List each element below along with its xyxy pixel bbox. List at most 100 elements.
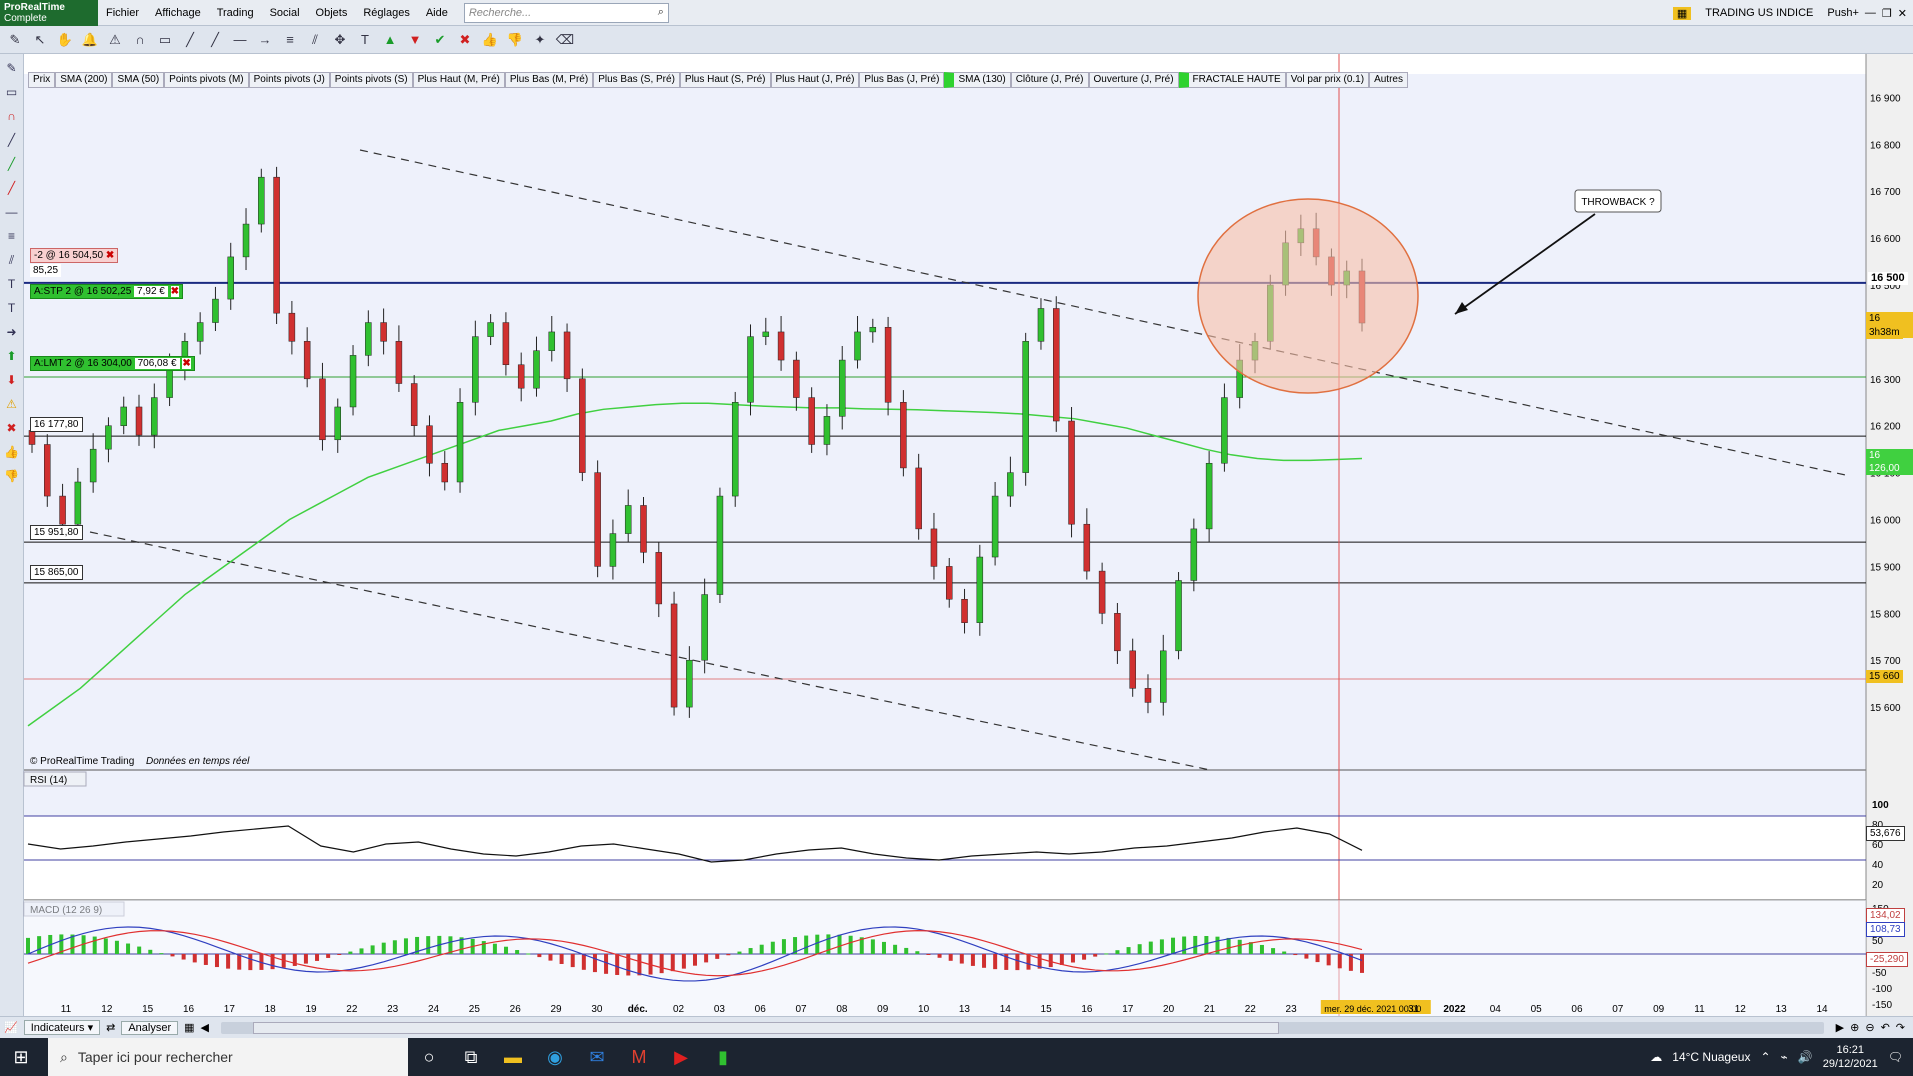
indicators-button[interactable]: Indicateurs ▾ xyxy=(23,1020,101,1035)
thumb-down-icon[interactable]: 👎 xyxy=(504,29,526,51)
network-icon[interactable]: ⌁ xyxy=(1781,1050,1788,1064)
indicator-volprix[interactable]: Vol par prix (0.1) xyxy=(1285,72,1370,88)
clock[interactable]: 16:21 29/12/2021 xyxy=(1823,1043,1878,1071)
search-input[interactable]: Recherche... ⌕ xyxy=(463,2,669,23)
limit-order-tag[interactable]: A:LMT 2 @ 16 304,00 706,08 € ✖ xyxy=(30,356,195,371)
menu-reglages[interactable]: Réglages xyxy=(355,0,417,26)
share-icon[interactable]: ⇄ xyxy=(106,1021,115,1034)
analyser-button[interactable]: Analyser xyxy=(121,1020,179,1035)
scrollbar-thumb[interactable] xyxy=(253,1021,1279,1034)
text-icon[interactable]: T xyxy=(354,29,376,51)
indicator-ouverture[interactable]: Ouverture (J, Pré) xyxy=(1088,72,1179,88)
layout-icon[interactable]: ▦ xyxy=(184,1021,194,1034)
notification-icon[interactable]: 🗨 xyxy=(1888,1050,1903,1064)
arrow-up-icon[interactable]: ▲ xyxy=(379,29,401,51)
menu-affichage[interactable]: Affichage xyxy=(147,0,209,26)
copyright-text: © ProRealTime Trading xyxy=(30,756,134,767)
indicator-plusbas-j[interactable]: Plus Bas (J, Pré) xyxy=(859,72,945,88)
gmail-icon[interactable]: M xyxy=(618,1038,660,1076)
channel-icon[interactable]: ⫽ xyxy=(304,29,326,51)
chart-type-icon[interactable]: 📈 xyxy=(4,1021,18,1034)
candle-up xyxy=(74,481,82,525)
indicator-bar: Prix SMA (200) SMA (50) Points pivots (M… xyxy=(28,72,1408,88)
check-icon[interactable]: ✔ xyxy=(429,29,451,51)
move-icon[interactable]: ✥ xyxy=(329,29,351,51)
menu-fichier[interactable]: Fichier xyxy=(98,0,147,26)
ruler-icon[interactable]: ▭ xyxy=(154,29,176,51)
edge-icon[interactable]: ◉ xyxy=(534,1038,576,1076)
volume-icon[interactable]: 🔊 xyxy=(1798,1050,1813,1064)
tray-chevron-icon[interactable]: ⌃ xyxy=(1760,1050,1770,1064)
minimize-icon[interactable]: — xyxy=(1865,7,1876,19)
cursor-icon[interactable]: ↖ xyxy=(29,29,51,51)
undo-icon[interactable]: ↶ xyxy=(1881,1021,1890,1034)
scroll-right-icon[interactable]: ▶ xyxy=(1836,1021,1844,1034)
fib-icon[interactable]: ≡ xyxy=(279,29,301,51)
candle-up xyxy=(686,659,693,708)
eraser-icon[interactable]: ⌫ xyxy=(554,29,576,51)
indicator-plusbas-m[interactable]: Plus Bas (M, Pré) xyxy=(504,72,594,88)
horizontal-scrollbar[interactable] xyxy=(220,1021,1824,1034)
task-view-icon[interactable]: ⧉ xyxy=(450,1038,492,1076)
redo-icon[interactable]: ↷ xyxy=(1896,1021,1913,1034)
indicator-pivots-j[interactable]: Points pivots (J) xyxy=(248,72,330,88)
arrow-right-icon[interactable]: → xyxy=(254,29,276,51)
stop-order-tag[interactable]: A:STP 2 @ 16 502,25 7,92 € ✖ xyxy=(30,284,184,299)
windows-start-icon[interactable]: ⊞ xyxy=(0,1038,42,1076)
instrument-name[interactable]: TRADING US INDICE xyxy=(1697,7,1821,19)
scroll-left-icon[interactable]: ◀ xyxy=(201,1021,209,1034)
trend-icon[interactable]: ╱ xyxy=(204,29,226,51)
menu-objets[interactable]: Objets xyxy=(308,0,356,26)
throwback-ellipse[interactable] xyxy=(1197,198,1419,394)
indicator-plushaut-m[interactable]: Plus Haut (M, Pré) xyxy=(412,72,505,88)
short-order-tag[interactable]: -2 @ 16 504,50 ✖ xyxy=(30,248,119,263)
indicator-cloture[interactable]: Clôture (J, Pré) xyxy=(1010,72,1089,88)
cross-icon[interactable]: ✖ xyxy=(454,29,476,51)
indicator-sma50[interactable]: SMA (50) xyxy=(112,72,165,88)
close-icon[interactable]: ✖ xyxy=(106,250,114,261)
indicator-sma200[interactable]: SMA (200) xyxy=(55,72,113,88)
indicator-fractale[interactable]: FRACTALE HAUTE xyxy=(1178,72,1286,88)
indicator-autres[interactable]: Autres xyxy=(1369,72,1408,88)
weather-icon[interactable]: ☁ xyxy=(1650,1050,1662,1064)
menu-social[interactable]: Social xyxy=(262,0,308,26)
mail-icon[interactable]: ✉ xyxy=(576,1038,618,1076)
indicator-pivots-m[interactable]: Points pivots (M) xyxy=(164,72,249,88)
youtube-icon[interactable]: ▶ xyxy=(660,1038,702,1076)
zoom-out-icon[interactable]: ⊖ xyxy=(1865,1021,1874,1034)
indicator-sma130[interactable]: SMA (130) xyxy=(944,72,1011,88)
menu-trading[interactable]: Trading xyxy=(209,0,262,26)
pencil-icon[interactable]: ✎ xyxy=(4,29,26,51)
close-icon[interactable]: ✖ xyxy=(170,286,180,297)
hline-icon[interactable]: ― xyxy=(229,29,251,51)
close-icon[interactable]: ✕ xyxy=(1898,7,1907,20)
menu-aide[interactable]: Aide xyxy=(418,0,456,26)
arrow-down-icon[interactable]: ▼ xyxy=(404,29,426,51)
prorealtime-icon[interactable]: ▮ xyxy=(702,1038,744,1076)
indicator-prix[interactable]: Prix xyxy=(28,72,56,88)
indicator-plushaut-s[interactable]: Plus Haut (S, Pré) xyxy=(679,72,771,88)
close-icon[interactable]: ✖ xyxy=(182,358,191,369)
search-icon[interactable]: ⌕ xyxy=(658,6,668,19)
hand-icon[interactable]: ✋ xyxy=(54,29,76,51)
chart-icon[interactable]: ▦ xyxy=(1672,6,1692,20)
zoom-in-icon[interactable]: ⊕ xyxy=(1850,1021,1859,1034)
magnet-icon[interactable]: ∩ xyxy=(129,29,151,51)
indicator-pivots-s[interactable]: Points pivots (S) xyxy=(329,72,413,88)
macd-histogram-bar xyxy=(515,950,520,954)
push-button[interactable]: Push+ xyxy=(1827,7,1859,19)
taskbar-search[interactable]: ⌕ Taper ici pour rechercher xyxy=(48,1038,408,1076)
candle-up xyxy=(242,223,250,258)
file-explorer-icon[interactable]: ▬ xyxy=(492,1038,534,1076)
cortana-icon[interactable]: ○ xyxy=(408,1038,450,1076)
chart-svg[interactable]: THROWBACK ? © ProRealTime Trading Donnée… xyxy=(0,54,1913,1016)
indicator-plusbas-s[interactable]: Plus Bas (S, Pré) xyxy=(593,72,680,88)
restore-icon[interactable]: ❐ xyxy=(1882,7,1892,20)
line-icon[interactable]: ╱ xyxy=(179,29,201,51)
alert-icon[interactable]: ⚠ xyxy=(104,29,126,51)
bell-icon[interactable]: 🔔 xyxy=(79,29,101,51)
indicator-plushaut-j[interactable]: Plus Haut (J, Pré) xyxy=(770,72,860,88)
thumb-up-icon[interactable]: 👍 xyxy=(479,29,501,51)
weather-text[interactable]: 14°C Nuageux xyxy=(1672,1050,1750,1064)
star-icon[interactable]: ✦ xyxy=(529,29,551,51)
